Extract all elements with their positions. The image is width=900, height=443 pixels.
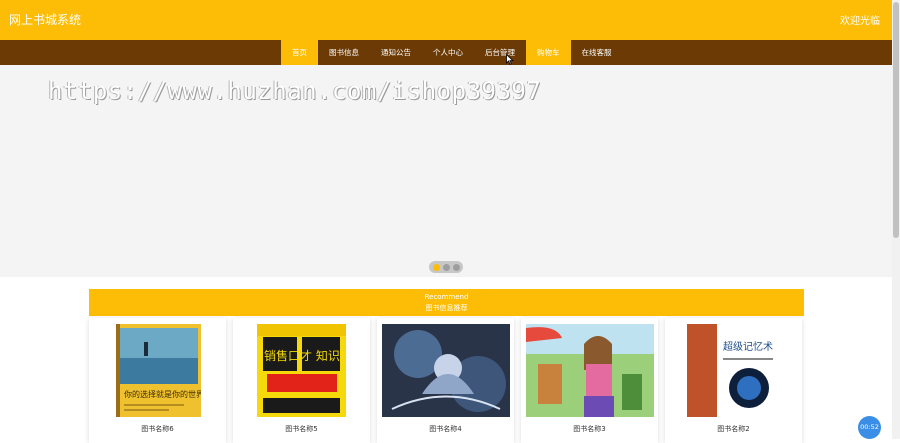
book-card[interactable]: 超级记忆术 图书名称2 bbox=[665, 318, 802, 443]
main-nav: 首页 图书信息 通知公告 个人中心 后台管理 购物车 在线客服 bbox=[0, 40, 892, 65]
nav-item-books[interactable]: 图书信息 bbox=[318, 40, 370, 65]
watermark-url: https://www.huzhan.com/ishop39397 bbox=[48, 77, 542, 105]
cover-title: 销售口才 知识全集 bbox=[264, 348, 346, 363]
book-cover-image[interactable] bbox=[382, 324, 510, 417]
nav-item-cart[interactable]: 购物车 bbox=[526, 40, 571, 65]
mouse-cursor-icon bbox=[506, 54, 514, 65]
book-cover-image[interactable]: 超级记忆术 bbox=[687, 324, 781, 417]
nav-items: 首页 图书信息 通知公告 个人中心 后台管理 购物车 在线客服 bbox=[281, 40, 623, 65]
book-name[interactable]: 图书名称3 bbox=[521, 424, 658, 434]
hero-carousel[interactable]: https://www.huzhan.com/ishop39397 bbox=[0, 65, 892, 277]
book-card[interactable]: 图书名称4 bbox=[377, 318, 514, 443]
top-header: 网上书城系统 欢迎光临 bbox=[0, 0, 892, 40]
book-card[interactable]: 你的选择就是你的世界 图书名称6 bbox=[89, 318, 226, 443]
book-name[interactable]: 图书名称2 bbox=[665, 424, 802, 434]
book-cover-image[interactable]: 销售口才 知识全集 bbox=[257, 324, 346, 417]
carousel-dot[interactable] bbox=[433, 263, 440, 271]
timer-badge[interactable]: 00:52 bbox=[858, 416, 881, 439]
recommend-title-cn: 图书信息推荐 bbox=[425, 304, 468, 312]
carousel-dot[interactable] bbox=[443, 263, 450, 271]
nav-item-notices[interactable]: 通知公告 bbox=[370, 40, 422, 65]
book-cover-image[interactable] bbox=[526, 324, 654, 417]
book-cover-image[interactable]: 你的选择就是你的世界 bbox=[116, 324, 201, 417]
book-card[interactable]: 销售口才 知识全集 图书名称5 bbox=[233, 318, 370, 443]
recommend-title-en: Recommend bbox=[424, 293, 469, 301]
book-name[interactable]: 图书名称6 bbox=[89, 424, 226, 434]
welcome-text: 欢迎光临 bbox=[840, 16, 880, 27]
nav-item-support[interactable]: 在线客服 bbox=[571, 40, 623, 65]
carousel-dot[interactable] bbox=[453, 263, 460, 271]
site-title[interactable]: 网上书城系统 bbox=[9, 11, 81, 28]
recommend-header: Recommend 图书信息推荐 bbox=[89, 289, 804, 316]
book-name[interactable]: 图书名称4 bbox=[377, 424, 514, 434]
nav-item-home[interactable]: 首页 bbox=[281, 40, 318, 65]
scrollbar-thumb[interactable] bbox=[893, 2, 899, 238]
book-name[interactable]: 图书名称5 bbox=[233, 424, 370, 434]
cover-title: 你的选择就是你的世界 bbox=[124, 389, 201, 399]
book-card[interactable]: 图书名称3 bbox=[521, 318, 658, 443]
nav-item-admin[interactable]: 后台管理 bbox=[474, 40, 526, 65]
nav-item-profile[interactable]: 个人中心 bbox=[422, 40, 474, 65]
cover-title: 超级记忆术 bbox=[723, 340, 773, 353]
carousel-indicators bbox=[429, 261, 463, 273]
